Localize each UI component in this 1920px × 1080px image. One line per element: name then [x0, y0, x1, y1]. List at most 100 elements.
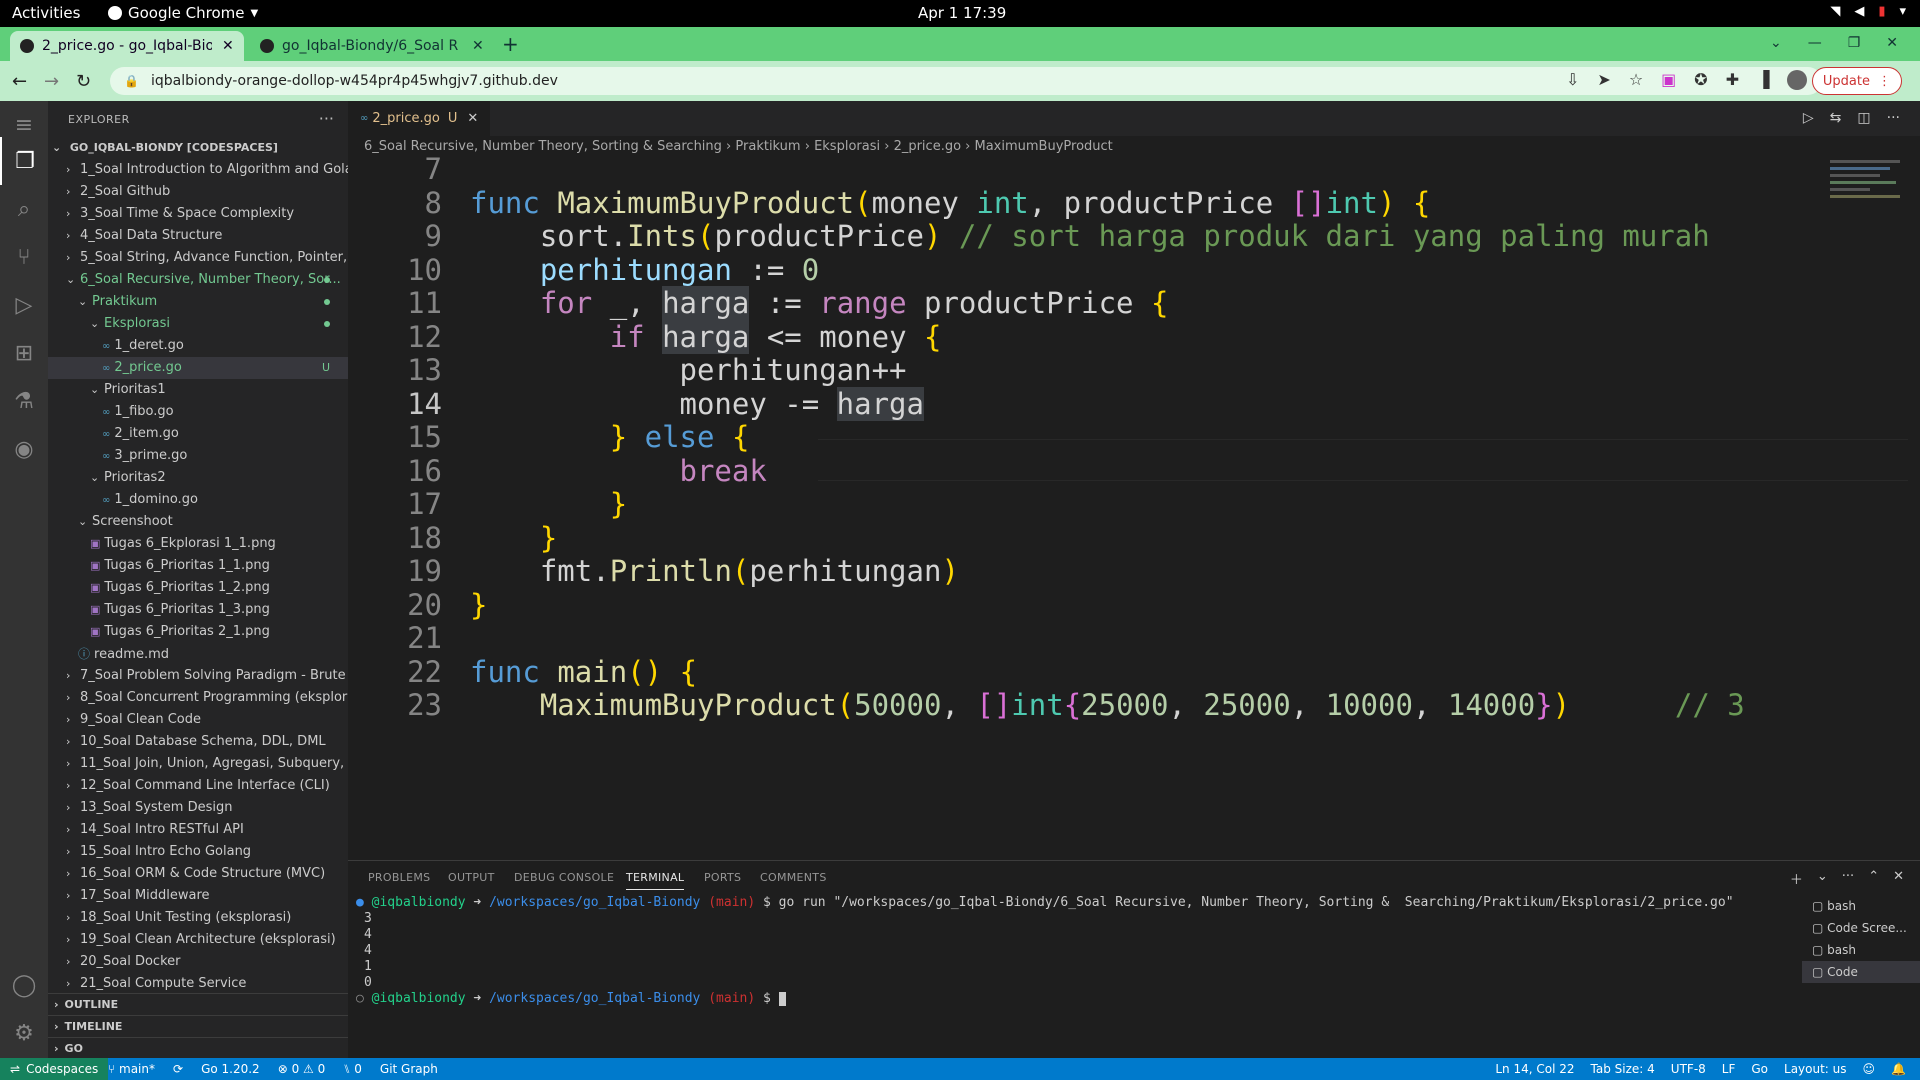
tree-folder[interactable]: › 9_Soal Clean Code — [48, 709, 348, 731]
tree-folder[interactable]: › 1_Soal Introduction to Algorithm and Go… — [48, 159, 348, 181]
back-icon[interactable]: ← — [12, 71, 27, 92]
testing-icon[interactable]: ⚗ — [0, 377, 48, 425]
tree-file[interactable]: ▣ Tugas 6_Prioritas 1_3.png — [48, 599, 348, 621]
eol[interactable]: LF — [1722, 1062, 1736, 1076]
more-actions-icon[interactable]: ··· — [319, 109, 334, 128]
tab-comments[interactable]: COMMENTS — [760, 871, 827, 884]
git-graph-button[interactable]: Git Graph — [380, 1062, 438, 1076]
tree-folder[interactable]: › 11_Soal Join, Union, Agregasi, Subquery… — [48, 753, 348, 775]
breadcrumb-item[interactable]: Eksplorasi — [814, 139, 880, 154]
tab-size[interactable]: Tab Size: 4 — [1591, 1062, 1655, 1076]
tree-file[interactable]: ∞ 1_domino.go — [48, 489, 348, 511]
github-icon[interactable]: ◉ — [0, 425, 48, 473]
close-icon[interactable]: ✕ — [467, 111, 478, 126]
tree-folder[interactable]: › 16_Soal ORM & Code Structure (MVC) — [48, 863, 348, 885]
code-line[interactable]: for _, harga := range productPrice { — [470, 286, 1168, 320]
chevron-down-icon[interactable]: ⌄ — [1817, 869, 1828, 888]
ports-indicator[interactable]: ⑊ 0 — [343, 1062, 362, 1076]
tree-file[interactable]: ∞ 1_fibo.go — [48, 401, 348, 423]
tree-folder[interactable]: ⌄ 6_Soal Recursive, Number Theory, Sor... — [48, 269, 348, 291]
tree-folder[interactable]: › 8_Soal Concurrent Programming (eksplora… — [48, 687, 348, 709]
code-line[interactable]: } else { — [470, 420, 750, 454]
extension-icon[interactable]: ▣ — [1661, 70, 1676, 90]
update-button[interactable]: Update ⋮ — [1811, 67, 1902, 95]
run-icon[interactable]: ▷ — [1803, 110, 1814, 126]
terminal-item[interactable]: ▢ bash — [1802, 939, 1920, 961]
more-actions-icon[interactable]: ··· — [1887, 110, 1900, 126]
encoding[interactable]: UTF-8 — [1671, 1062, 1706, 1076]
code-editor[interactable]: 7 8 func MaximumBuyProduct(money int, prod… — [348, 156, 1908, 846]
code-line[interactable]: if harga <= money { — [470, 319, 941, 354]
accounts-icon[interactable]: ◯ — [0, 961, 48, 1009]
tree-file[interactable]: ∞ 2_price.go U — [48, 357, 348, 379]
new-tab-button[interactable]: + — [502, 32, 519, 56]
code-line[interactable]: } — [470, 487, 627, 521]
bookmark-star-icon[interactable]: ☆ — [1629, 70, 1643, 90]
tree-file[interactable]: ⓘ readme.md — [48, 643, 348, 665]
code-line[interactable]: fmt.Println(perhitungan) — [470, 554, 959, 588]
code-line[interactable]: func MaximumBuyProduct(money int, produc… — [470, 186, 1430, 220]
tree-file[interactable]: ∞ 2_item.go — [48, 423, 348, 445]
terminal-item[interactable]: ▢ Code Scree... — [1802, 917, 1920, 939]
send-icon[interactable]: ➤ — [1597, 70, 1610, 90]
code-line[interactable]: sort.Ints(productPrice) // sort harga pr… — [470, 219, 1710, 253]
tree-file[interactable]: ∞ 1_deret.go — [48, 335, 348, 357]
tab-search-icon[interactable]: ⌄ — [1770, 35, 1782, 51]
compare-changes-icon[interactable]: ⇆ — [1830, 110, 1842, 126]
tree-folder[interactable]: › 20_Soal Docker — [48, 951, 348, 973]
browser-tab-active[interactable]: 2_price.go - go_Iqbal-Bio ✕ — [10, 31, 244, 61]
tree-folder[interactable]: › 12_Soal Command Line Interface (CLI) — [48, 775, 348, 797]
timeline-section[interactable]: › TIMELINE — [48, 1015, 348, 1038]
extensions-icon[interactable]: ⊞ — [0, 329, 48, 377]
lock-icon[interactable]: 🔒 — [124, 74, 139, 88]
tree-folder[interactable]: › 4_Soal Data Structure — [48, 225, 348, 247]
explorer-icon[interactable]: ❐ — [0, 137, 48, 185]
tree-folder[interactable]: ⌄ Praktikum — [48, 291, 348, 313]
code-line[interactable]: break — [470, 454, 767, 488]
go-version[interactable]: Go 1.20.2 — [201, 1062, 260, 1076]
install-app-icon[interactable]: ⇩ — [1566, 70, 1579, 90]
notifications-bell-icon[interactable]: 🔔 — [1891, 1062, 1906, 1076]
tab-terminal[interactable]: TERMINAL — [626, 871, 685, 890]
language-mode[interactable]: Go — [1751, 1062, 1768, 1076]
tree-folder[interactable]: › 7_Soal Problem Solving Paradigm - Brute… — [48, 665, 348, 687]
terminal-item[interactable]: ▢ bash — [1802, 895, 1920, 917]
tree-folder[interactable]: › 10_Soal Database Schema, DDL, DML — [48, 731, 348, 753]
tree-file[interactable]: ▣ Tugas 6_Ekplorasi 1_1.png — [48, 533, 348, 555]
restore-icon[interactable]: ❐ — [1848, 35, 1861, 51]
code-line[interactable]: } — [470, 588, 487, 622]
activities-button[interactable]: Activities — [12, 4, 80, 22]
profile-avatar[interactable] — [1787, 70, 1808, 90]
minimap[interactable] — [1830, 156, 1910, 216]
clock[interactable]: Apr 1 17:39 — [918, 4, 1006, 22]
close-window-icon[interactable]: ✕ — [1886, 35, 1898, 51]
more-actions-icon[interactable]: ··· — [1842, 869, 1854, 888]
source-control-icon[interactable]: ⑂ — [0, 233, 48, 281]
tree-folder[interactable]: › 3_Soal Time & Space Complexity — [48, 203, 348, 225]
tree-folder[interactable]: › 13_Soal System Design — [48, 797, 348, 819]
breadcrumb-item[interactable]: Praktikum — [735, 139, 800, 154]
browser-tab[interactable]: go_Iqbal-Biondy/6_Soal R ✕ — [250, 31, 494, 61]
code-line[interactable]: perhitungan++ — [470, 353, 907, 387]
feedback-icon[interactable]: ☺ — [1863, 1062, 1876, 1076]
code-line[interactable]: money -= harga — [470, 386, 924, 421]
system-tray[interactable]: ◥ ◀ ▮ ▾ — [1830, 4, 1906, 19]
code-line[interactable]: perhitungan := 0 — [470, 253, 819, 287]
side-panel-icon[interactable]: ▐ — [1757, 70, 1769, 90]
go-section[interactable]: › GO — [48, 1037, 348, 1060]
tab-problems[interactable]: PROBLEMS — [368, 871, 430, 884]
breadcrumb-item[interactable]: 6_Soal Recursive, Number Theory, Sorting… — [364, 139, 722, 154]
tree-folder[interactable]: › 2_Soal Github — [48, 181, 348, 203]
tree-folder[interactable]: › 5_Soal String, Advance Function, Pointe… — [48, 247, 348, 269]
settings-gear-icon[interactable]: ⚙ — [0, 1009, 48, 1057]
tree-folder[interactable]: › 18_Soal Unit Testing (eksplorasi) — [48, 907, 348, 929]
keyboard-layout[interactable]: Layout: us — [1784, 1062, 1847, 1076]
app-menu[interactable]: Google Chrome ▼ — [108, 4, 258, 22]
search-icon[interactable]: ⌕ — [0, 185, 48, 233]
tree-folder[interactable]: › 21_Soal Compute Service — [48, 973, 348, 995]
extension-icon[interactable]: ✪ — [1694, 70, 1707, 90]
split-editor-icon[interactable]: ◫ — [1857, 110, 1870, 126]
sync-icon[interactable]: ⟳ — [173, 1062, 183, 1076]
code-line[interactable]: MaximumBuyProduct(50000, []int{25000, 25… — [470, 688, 1745, 722]
tree-folder[interactable]: ⌄ Eksplorasi — [48, 313, 348, 335]
